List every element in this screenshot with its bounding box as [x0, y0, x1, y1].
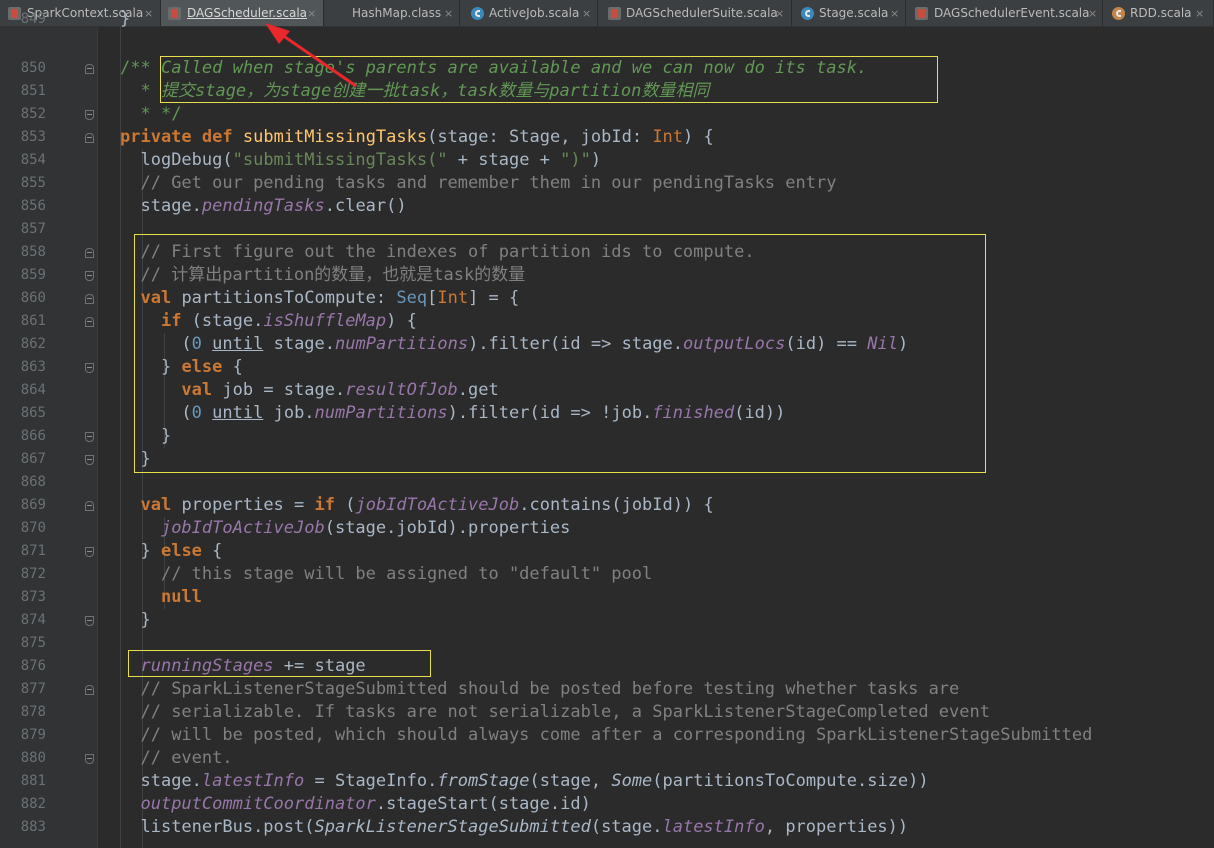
annotation-arrow: [265, 23, 357, 88]
arrow-head: [265, 23, 290, 44]
